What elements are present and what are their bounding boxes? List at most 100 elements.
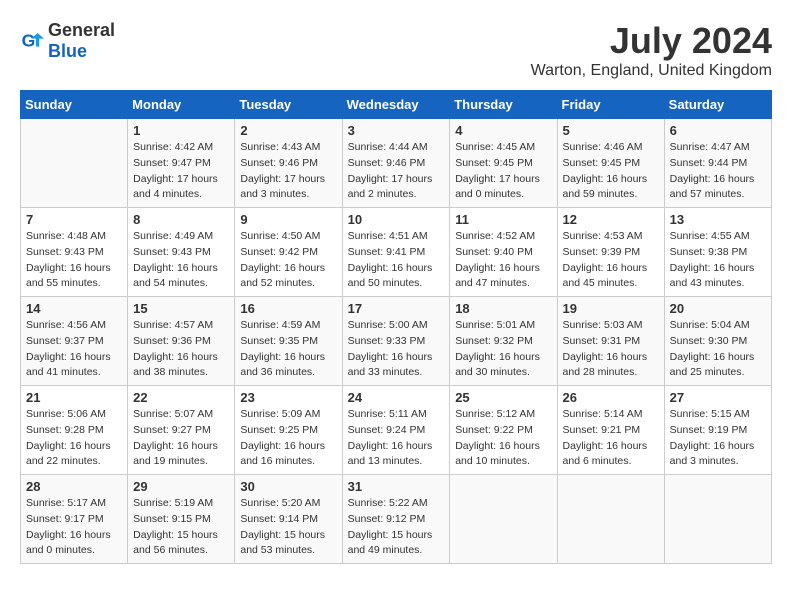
day-of-week-header: Wednesday: [342, 91, 450, 119]
calendar-week-row: 1 Sunrise: 4:42 AMSunset: 9:47 PMDaylight…: [21, 119, 772, 208]
day-number: 9: [240, 212, 336, 227]
calendar-cell: 7 Sunrise: 4:48 AMSunset: 9:43 PMDaylight…: [21, 208, 128, 297]
calendar-cell: 13 Sunrise: 4:55 AMSunset: 9:38 PMDayligh…: [664, 208, 771, 297]
day-number: 7: [26, 212, 122, 227]
calendar-cell: 27Sunrise: 5:15 AMSunset: 9:19 PMDayligh…: [664, 386, 771, 475]
day-number: 13: [670, 212, 766, 227]
calendar-cell: 2 Sunrise: 4:43 AMSunset: 9:46 PMDaylight…: [235, 119, 342, 208]
day-info: Sunrise: 4:43 AMSunset: 9:46 PMDaylight:…: [240, 140, 336, 203]
day-number: 24: [348, 390, 445, 405]
calendar-cell: 30 Sunrise: 5:20 AMSunset: 9:14 PMDayligh…: [235, 475, 342, 564]
calendar-cell: 26Sunrise: 5:14 AMSunset: 9:21 PMDayligh…: [557, 386, 664, 475]
calendar-cell: [664, 475, 771, 564]
calendar-week-row: 7 Sunrise: 4:48 AMSunset: 9:43 PMDaylight…: [21, 208, 772, 297]
day-info: Sunrise: 5:11 AMSunset: 9:24 PMDaylight:…: [348, 407, 445, 470]
day-info: Sunrise: 5:07 AMSunset: 9:27 PMDaylight:…: [133, 407, 229, 470]
day-info: Sunrise: 4:57 AMSunset: 9:36 PMDaylight:…: [133, 318, 229, 381]
day-info: Sunrise: 4:42 AMSunset: 9:47 PMDaylight:…: [133, 140, 229, 203]
calendar-cell: 1 Sunrise: 4:42 AMSunset: 9:47 PMDaylight…: [128, 119, 235, 208]
day-number: 14: [26, 301, 122, 316]
day-info: Sunrise: 5:04 AMSunset: 9:30 PMDaylight:…: [670, 318, 766, 381]
calendar-cell: 25 Sunrise: 5:12 AMSunset: 9:22 PMDayligh…: [450, 386, 557, 475]
day-info: Sunrise: 4:47 AMSunset: 9:44 PMDaylight:…: [670, 140, 766, 203]
day-info: Sunrise: 5:17 AMSunset: 9:17 PMDaylight:…: [26, 496, 122, 559]
day-info: Sunrise: 4:55 AMSunset: 9:38 PMDaylight:…: [670, 229, 766, 292]
day-number: 31: [348, 479, 445, 494]
calendar-header-row: SundayMondayTuesdayWednesdayThursdayFrid…: [21, 91, 772, 119]
day-info: Sunrise: 5:20 AMSunset: 9:14 PMDaylight:…: [240, 496, 336, 559]
day-of-week-header: Friday: [557, 91, 664, 119]
calendar-cell: [21, 119, 128, 208]
calendar-cell: 15 Sunrise: 4:57 AMSunset: 9:36 PMDayligh…: [128, 297, 235, 386]
title-section: July 2024 Warton, England, United Kingdo…: [531, 20, 772, 80]
calendar-cell: 20Sunrise: 5:04 AMSunset: 9:30 PMDayligh…: [664, 297, 771, 386]
calendar-cell: 21Sunrise: 5:06 AMSunset: 9:28 PMDayligh…: [21, 386, 128, 475]
day-number: 11: [455, 212, 551, 227]
day-number: 19: [563, 301, 659, 316]
logo-general: General: [48, 20, 115, 40]
day-number: 27: [670, 390, 766, 405]
day-number: 6: [670, 123, 766, 138]
day-info: Sunrise: 5:03 AMSunset: 9:31 PMDaylight:…: [563, 318, 659, 381]
day-info: Sunrise: 4:50 AMSunset: 9:42 PMDaylight:…: [240, 229, 336, 292]
calendar-cell: 17 Sunrise: 5:00 AMSunset: 9:33 PMDayligh…: [342, 297, 450, 386]
day-of-week-header: Tuesday: [235, 91, 342, 119]
calendar-cell: 22 Sunrise: 5:07 AMSunset: 9:27 PMDayligh…: [128, 386, 235, 475]
day-number: 12: [563, 212, 659, 227]
day-info: Sunrise: 5:01 AMSunset: 9:32 PMDaylight:…: [455, 318, 551, 381]
day-number: 10: [348, 212, 445, 227]
day-number: 2: [240, 123, 336, 138]
calendar-cell: 6 Sunrise: 4:47 AMSunset: 9:44 PMDaylight…: [664, 119, 771, 208]
calendar-cell: 19 Sunrise: 5:03 AMSunset: 9:31 PMDayligh…: [557, 297, 664, 386]
day-info: Sunrise: 4:44 AMSunset: 9:46 PMDaylight:…: [348, 140, 445, 203]
calendar-cell: 9 Sunrise: 4:50 AMSunset: 9:42 PMDaylight…: [235, 208, 342, 297]
calendar-cell: 16Sunrise: 4:59 AMSunset: 9:35 PMDayligh…: [235, 297, 342, 386]
day-number: 21: [26, 390, 122, 405]
calendar-cell: 14 Sunrise: 4:56 AMSunset: 9:37 PMDayligh…: [21, 297, 128, 386]
calendar-cell: 4Sunrise: 4:45 AMSunset: 9:45 PMDaylight…: [450, 119, 557, 208]
calendar-cell: 12 Sunrise: 4:53 AMSunset: 9:39 PMDayligh…: [557, 208, 664, 297]
logo: G General Blue: [20, 20, 115, 62]
day-of-week-header: Monday: [128, 91, 235, 119]
day-number: 30: [240, 479, 336, 494]
location-title: Warton, England, United Kingdom: [531, 62, 772, 80]
day-number: 8: [133, 212, 229, 227]
calendar-cell: [450, 475, 557, 564]
day-number: 15: [133, 301, 229, 316]
logo-blue: Blue: [48, 41, 87, 61]
day-number: 23: [240, 390, 336, 405]
calendar-cell: 28 Sunrise: 5:17 AMSunset: 9:17 PMDayligh…: [21, 475, 128, 564]
day-number: 16: [240, 301, 336, 316]
calendar-week-row: 21Sunrise: 5:06 AMSunset: 9:28 PMDayligh…: [21, 386, 772, 475]
calendar-week-row: 28 Sunrise: 5:17 AMSunset: 9:17 PMDayligh…: [21, 475, 772, 564]
day-number: 5: [563, 123, 659, 138]
day-info: Sunrise: 4:48 AMSunset: 9:43 PMDaylight:…: [26, 229, 122, 292]
day-info: Sunrise: 5:12 AMSunset: 9:22 PMDaylight:…: [455, 407, 551, 470]
day-info: Sunrise: 5:00 AMSunset: 9:33 PMDaylight:…: [348, 318, 445, 381]
day-info: Sunrise: 4:53 AMSunset: 9:39 PMDaylight:…: [563, 229, 659, 292]
day-of-week-header: Thursday: [450, 91, 557, 119]
day-info: Sunrise: 4:56 AMSunset: 9:37 PMDaylight:…: [26, 318, 122, 381]
day-number: 22: [133, 390, 229, 405]
calendar-cell: 10 Sunrise: 4:51 AMSunset: 9:41 PMDayligh…: [342, 208, 450, 297]
calendar-cell: 8 Sunrise: 4:49 AMSunset: 9:43 PMDaylight…: [128, 208, 235, 297]
day-info: Sunrise: 4:51 AMSunset: 9:41 PMDaylight:…: [348, 229, 445, 292]
day-number: 17: [348, 301, 445, 316]
day-info: Sunrise: 4:49 AMSunset: 9:43 PMDaylight:…: [133, 229, 229, 292]
calendar-cell: 18 Sunrise: 5:01 AMSunset: 9:32 PMDayligh…: [450, 297, 557, 386]
calendar-cell: 5 Sunrise: 4:46 AMSunset: 9:45 PMDaylight…: [557, 119, 664, 208]
calendar-cell: 3Sunrise: 4:44 AMSunset: 9:46 PMDaylight…: [342, 119, 450, 208]
svg-text:G: G: [22, 31, 36, 51]
day-number: 25: [455, 390, 551, 405]
day-info: Sunrise: 4:46 AMSunset: 9:45 PMDaylight:…: [563, 140, 659, 203]
day-of-week-header: Saturday: [664, 91, 771, 119]
calendar-cell: 11Sunrise: 4:52 AMSunset: 9:40 PMDayligh…: [450, 208, 557, 297]
calendar-cell: 23 Sunrise: 5:09 AMSunset: 9:25 PMDayligh…: [235, 386, 342, 475]
calendar-week-row: 14 Sunrise: 4:56 AMSunset: 9:37 PMDayligh…: [21, 297, 772, 386]
day-info: Sunrise: 5:09 AMSunset: 9:25 PMDaylight:…: [240, 407, 336, 470]
day-number: 18: [455, 301, 551, 316]
month-year-title: July 2024: [531, 20, 772, 62]
day-number: 1: [133, 123, 229, 138]
day-number: 28: [26, 479, 122, 494]
logo-icon: G: [20, 29, 44, 53]
